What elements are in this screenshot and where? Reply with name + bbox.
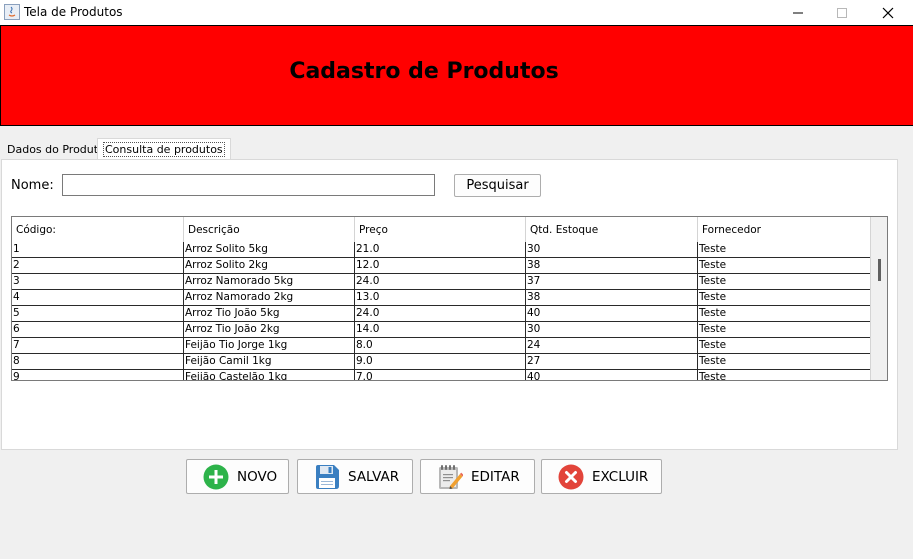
cell-qtd-estoque: 38 xyxy=(526,258,698,274)
cell-descricao: Arroz Namorado 2kg xyxy=(184,290,355,306)
novo-label: NOVO xyxy=(237,468,278,485)
cell-preco: 8.0 xyxy=(355,338,526,354)
cell-descricao: Arroz Tio João 5kg xyxy=(184,306,355,322)
cell-qtd-estoque: 40 xyxy=(526,306,698,322)
cell-preco: 14.0 xyxy=(355,322,526,338)
cell-preco: 13.0 xyxy=(355,290,526,306)
table-row[interactable]: 7 Feijão Tio Jorge 1kg 8.0 24 Teste xyxy=(12,338,870,354)
novo-button[interactable]: NOVO xyxy=(186,459,289,494)
close-window-button[interactable] xyxy=(865,0,911,25)
cell-qtd-estoque: 24 xyxy=(526,338,698,354)
tab-consulta-de-produtos[interactable]: Consulta de produtos xyxy=(97,138,231,159)
column-header-fornecedor[interactable]: Fornecedor xyxy=(698,217,870,242)
cell-fornecedor: Teste xyxy=(699,243,727,255)
cell-codigo: 4 xyxy=(12,290,184,306)
cell-descricao: Feijão Tio Jorge 1kg xyxy=(184,338,355,354)
cell-qtd-estoque: 27 xyxy=(526,354,698,370)
cell-preco: 9.0 xyxy=(355,354,526,370)
tab-dados-do-produto[interactable]: Dados do Produto xyxy=(2,139,110,159)
column-header-preco[interactable]: Preço xyxy=(355,217,526,242)
cell-fornecedor: Teste xyxy=(699,323,727,335)
editar-button[interactable]: EDITAR xyxy=(420,459,535,494)
table-header: Código: Descrição Preço Qtd. Estoque For… xyxy=(12,217,870,242)
close-circle-icon xyxy=(558,464,584,490)
close-icon xyxy=(882,7,894,18)
cell-preco: 21.0 xyxy=(355,242,526,258)
salvar-label: SALVAR xyxy=(348,468,400,485)
maximize-button[interactable] xyxy=(819,0,865,25)
table-row[interactable]: 8 Feijão Camil 1kg 9.0 27 Teste xyxy=(12,354,870,370)
tab-label: Dados do Produto xyxy=(7,143,105,156)
cell-fornecedor: Teste xyxy=(699,291,727,303)
cell-fornecedor: Teste xyxy=(699,355,727,367)
column-header-qtd-estoque[interactable]: Qtd. Estoque xyxy=(526,217,698,242)
plus-circle-icon xyxy=(203,464,229,490)
nome-search-input[interactable] xyxy=(62,174,435,196)
cell-descricao: Feijão Camil 1kg xyxy=(184,354,355,370)
cell-descricao: Arroz Namorado 5kg xyxy=(184,274,355,290)
cell-codigo: 5 xyxy=(12,306,184,322)
pesquisar-button[interactable]: Pesquisar xyxy=(454,174,541,197)
table-row[interactable]: 5 Arroz Tio João 5kg 24.0 40 Teste xyxy=(12,306,870,322)
cell-descricao: Feijão Castelão 1kg xyxy=(184,370,355,380)
cell-qtd-estoque: 30 xyxy=(526,242,698,258)
cell-qtd-estoque: 30 xyxy=(526,322,698,338)
floppy-disk-icon xyxy=(314,464,340,490)
maximize-icon xyxy=(837,7,847,18)
table-row[interactable]: 3 Arroz Namorado 5kg 24.0 37 Teste xyxy=(12,274,870,290)
cell-codigo: 3 xyxy=(12,274,184,290)
scrollbar-thumb[interactable] xyxy=(878,259,881,281)
tab-label: Consulta de produtos xyxy=(103,142,225,157)
java-app-icon xyxy=(4,4,20,20)
table-row[interactable]: 1 Arroz Solito 5kg 21.0 30 Teste xyxy=(12,242,870,258)
cell-codigo: 8 xyxy=(12,354,184,370)
column-header-codigo[interactable]: Código: xyxy=(12,217,184,242)
minimize-button[interactable] xyxy=(775,0,821,25)
window-titlebar: Tela de Produtos xyxy=(0,0,913,25)
minimize-icon xyxy=(793,12,803,13)
produtos-table[interactable]: Código: Descrição Preço Qtd. Estoque For… xyxy=(11,216,888,381)
table-row[interactable]: 9 Feijão Castelão 1kg 7.0 40 Teste xyxy=(12,370,870,381)
cell-codigo: 9 xyxy=(12,370,184,380)
cell-fornecedor: Teste xyxy=(699,371,727,381)
cell-codigo: 2 xyxy=(12,258,184,274)
cell-codigo: 6 xyxy=(12,322,184,338)
excluir-label: EXCLUIR xyxy=(592,468,649,485)
cell-qtd-estoque: 37 xyxy=(526,274,698,290)
cell-qtd-estoque: 40 xyxy=(526,370,698,380)
cell-qtd-estoque: 38 xyxy=(526,290,698,306)
cell-descricao: Arroz Solito 5kg xyxy=(184,242,355,258)
window-title: Tela de Produtos xyxy=(24,5,123,19)
column-header-descricao[interactable]: Descrição xyxy=(184,217,355,242)
salvar-button[interactable]: SALVAR xyxy=(297,459,413,494)
cell-preco: 7.0 xyxy=(355,370,526,380)
cell-preco: 24.0 xyxy=(355,274,526,290)
cell-descricao: Arroz Solito 2kg xyxy=(184,258,355,274)
cell-codigo: 7 xyxy=(12,338,184,354)
table-row[interactable]: 4 Arroz Namorado 2kg 13.0 38 Teste xyxy=(12,290,870,306)
editar-label: EDITAR xyxy=(471,468,520,485)
cell-fornecedor: Teste xyxy=(699,339,727,351)
notepad-edit-icon xyxy=(437,464,463,490)
cell-preco: 24.0 xyxy=(355,306,526,322)
cell-preco: 12.0 xyxy=(355,258,526,274)
table-row[interactable]: 2 Arroz Solito 2kg 12.0 38 Teste xyxy=(12,258,870,274)
table-vertical-scrollbar[interactable] xyxy=(870,217,887,380)
cell-fornecedor: Teste xyxy=(699,259,727,271)
excluir-button[interactable]: EXCLUIR xyxy=(541,459,662,494)
nome-label: Nome: xyxy=(11,178,54,193)
cell-fornecedor: Teste xyxy=(699,307,727,319)
table-row[interactable]: 6 Arroz Tio João 2kg 14.0 30 Teste xyxy=(12,322,870,338)
cell-descricao: Arroz Tio João 2kg xyxy=(184,322,355,338)
page-title: Cadastro de Produtos xyxy=(289,59,559,84)
cell-codigo: 1 xyxy=(12,242,184,258)
cell-fornecedor: Teste xyxy=(699,275,727,287)
page-header: Cadastro de Produtos xyxy=(0,25,913,126)
